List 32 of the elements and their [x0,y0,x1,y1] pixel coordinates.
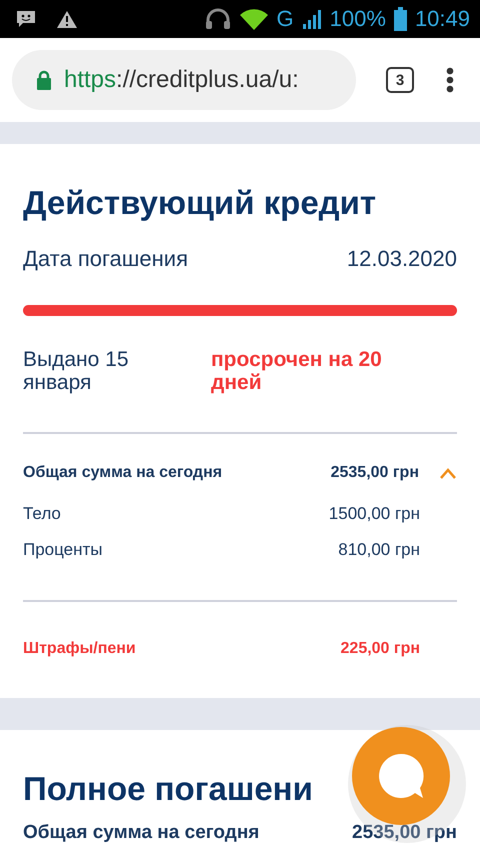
signal-icon [302,8,322,30]
penalty-value: 225,00 грн [340,640,420,658]
breakdown-label: Тело [23,504,61,524]
overdue-status: просрочен на 20 дней [211,348,383,394]
breakdown-value: 1500,00 грн [328,504,420,524]
breakdown-value: 810,00 грн [338,540,420,560]
breakdown-label: Проценты [23,540,103,560]
total-label: Общая сумма на сегодня [23,822,260,844]
total-value: 2535,00 грн [330,464,419,482]
menu-icon[interactable] [446,67,454,93]
issued-date: Выдано 15 января [23,348,130,394]
total-value: 2535,00 грн [352,822,457,844]
message-icon [16,10,36,28]
wifi-icon [238,7,269,31]
chevron-icon[interactable] [439,468,457,478]
chat-icon [376,751,426,801]
warning-icon [56,10,78,28]
full-repayment-title: Полное погашени [23,770,313,808]
penalty-label: Штрафы/пени [23,640,136,658]
total-label: Общая сумма на сегодня [23,464,222,482]
battery-icon [394,7,407,31]
url-text: https://creditplus.ua/u: [64,66,299,94]
clock-time: 10:49 [414,6,470,32]
tab-count[interactable]: 3 [386,67,414,93]
due-label: Дата погашения [23,246,188,272]
network-type: G [276,6,294,32]
address-bar[interactable]: https://creditplus.ua/u: [12,50,356,110]
credit-title: Действующий кредит [23,184,376,222]
lock-icon [36,70,52,90]
due-date: 12.03.2020 [346,246,457,272]
battery-percent: 100% [330,6,386,32]
headphones-icon [204,8,231,30]
